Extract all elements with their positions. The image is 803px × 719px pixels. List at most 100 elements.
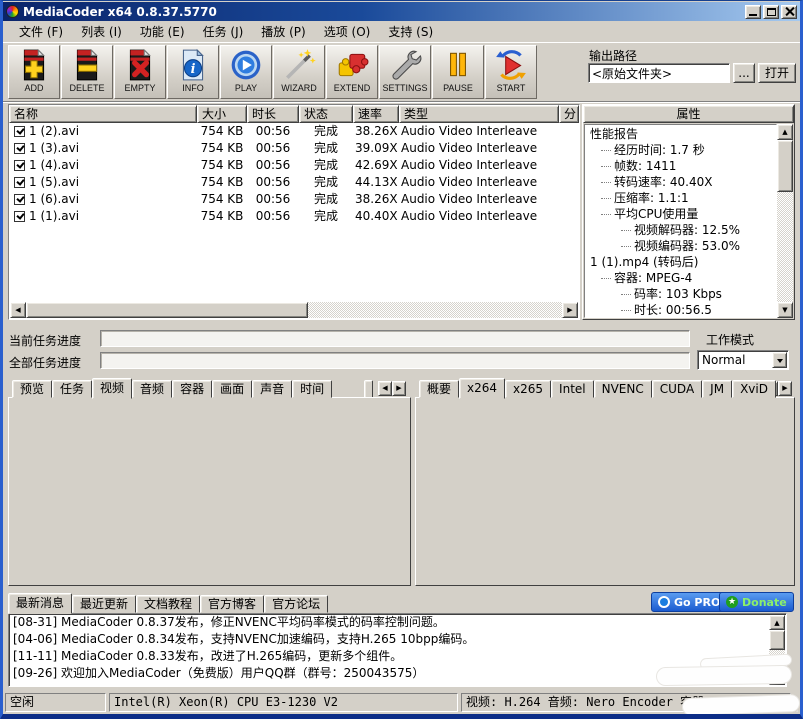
close-button[interactable] [781,4,797,19]
output-path-input[interactable] [588,63,730,83]
tab[interactable]: CUDA [651,380,703,398]
row-checkbox[interactable] [14,177,25,188]
tree-item[interactable]: 时长: 00:56.5 [587,302,776,317]
maximize-button[interactable] [763,4,779,19]
tree-item[interactable]: 视频编码器: 53.0% [587,238,776,254]
menu-item[interactable]: 列表 (I) [72,21,131,42]
tab[interactable]: Intel [551,380,594,398]
tab[interactable]: XviD [732,380,776,398]
row-checkbox[interactable] [14,126,25,137]
column-header[interactable]: 名称 [9,105,197,123]
tab-scroll-right-icon[interactable]: ▶ [778,381,792,396]
column-header[interactable]: 状态 [299,105,353,123]
add-button[interactable]: ADD [8,45,60,99]
file-row[interactable]: 1 (2).avi 754 KB 00:56 完成 38.26X Audio V… [9,123,579,140]
properties-scrollbar[interactable]: ▲ ▼ [777,124,793,318]
work-mode-select[interactable]: Normal [697,350,789,370]
go-pro-button[interactable]: Go PRO [651,592,728,612]
extend-button[interactable]: EXTEND [326,45,378,99]
row-checkbox[interactable] [14,194,25,205]
menu-item[interactable]: 文件 (F) [10,21,72,42]
tree-item[interactable]: 平均CPU使用量 [587,206,776,222]
tab-scroll-right-icon[interactable]: ▶ [392,381,406,396]
tab[interactable]: 画面 [212,380,253,398]
file-row[interactable]: 1 (3).avi 754 KB 00:56 完成 39.09X Audio V… [9,140,579,157]
title-bar[interactable]: MediaCoder x64 0.8.37.5770 [3,2,800,21]
menu-item[interactable]: 播放 (P) [252,21,314,42]
donate-button[interactable]: Donate [719,592,794,612]
file-row[interactable]: 1 (6).avi 754 KB 00:56 完成 38.26X Audio V… [9,191,579,208]
tree-item[interactable]: 1 (1).mp4 (转码后) [587,254,776,270]
file-row[interactable]: 1 (4).avi 754 KB 00:56 完成 42.69X Audio V… [9,157,579,174]
tab-scroll-left-icon[interactable]: ◀ [378,381,392,396]
scroll-left-icon[interactable]: ◀ [10,302,26,318]
tab[interactable]: JM [702,380,733,398]
column-header[interactable]: 大小 [197,105,247,123]
horizontal-scrollbar[interactable]: ◀ ▶ [10,302,578,318]
file-type: Audio Video Interleave [401,209,538,223]
tree-item[interactable]: 视频解码器: 12.5% [587,222,776,238]
open-button[interactable]: 打开 [758,63,796,83]
row-checkbox[interactable] [14,211,25,222]
empty-button[interactable]: EMPTY [114,45,166,99]
row-checkbox[interactable] [14,143,25,154]
tab[interactable]: 官方论坛 [264,595,329,613]
column-header[interactable]: 速率 [353,105,399,123]
file-row[interactable]: 1 (5).avi 754 KB 00:56 完成 44.13X Audio V… [9,174,579,191]
tab[interactable]: 音频 [132,380,173,398]
info-button[interactable]: i INFO [167,45,219,99]
row-checkbox[interactable] [14,160,25,171]
scrollbar-thumb[interactable] [777,140,793,192]
tab[interactable]: x265 [505,380,552,398]
settings-button[interactable]: SETTINGS [379,45,431,99]
column-header[interactable]: 类型 [399,105,559,123]
scrollbar-thumb[interactable] [769,630,785,650]
tree-item[interactable]: 码率: 103 Kbps [587,286,776,302]
scroll-right-icon[interactable]: ▶ [562,302,578,318]
scrollbar-thumb[interactable] [26,302,308,318]
tab[interactable]: 官方博客 [200,595,265,613]
menu-item[interactable]: 任务 (J) [194,21,253,42]
tab[interactable]: 视频 [92,378,133,399]
play-button[interactable]: PLAY [220,45,272,99]
file-type: Audio Video Interleave [401,141,538,155]
pause-button[interactable]: PAUSE [432,45,484,99]
scroll-up-icon[interactable]: ▲ [769,615,785,630]
menu-item[interactable]: 功能 (E) [131,21,194,42]
tree-item[interactable]: 容器: MPEG-4 [587,270,776,286]
tab[interactable]: 文档教程 [136,595,201,613]
dropdown-arrow-icon[interactable] [772,352,787,368]
minimize-button[interactable] [745,4,761,19]
tab[interactable]: 概要 [419,380,460,398]
tree-item[interactable]: 性能报告 [587,126,776,142]
wizard-button[interactable]: WIZARD [273,45,325,99]
scrollbar-track[interactable] [777,192,793,302]
tree-item[interactable]: 帧数: 1411 [587,158,776,174]
left-tab-scroll[interactable]: ◀ ▶ [378,381,406,396]
menu-item[interactable]: 选项 (O) [315,21,380,42]
tree-item[interactable]: 转码速率: 40.40X [587,174,776,190]
tab[interactable]: x264 [459,378,506,399]
menu-item[interactable]: 支持 (S) [379,21,442,42]
tab-partial[interactable] [364,380,373,398]
tree-item[interactable]: 经历时间: 1.7 秒 [587,142,776,158]
tab[interactable]: 时间 [292,380,333,398]
column-header[interactable]: 分 [559,105,579,123]
start-button[interactable]: START [485,45,537,99]
tab[interactable]: NVENC [593,380,652,398]
scroll-up-icon[interactable]: ▲ [777,124,793,140]
file-row[interactable]: 1 (1).avi 754 KB 00:56 完成 40.40X Audio V… [9,208,579,225]
tab[interactable]: 声音 [252,380,293,398]
column-header[interactable]: 时长 [247,105,299,123]
tab[interactable]: 最近更新 [72,595,137,613]
scrollbar-track[interactable] [308,302,562,318]
delete-button[interactable]: DELETE [61,45,113,99]
scroll-down-icon[interactable]: ▼ [777,302,793,318]
tab[interactable]: 容器 [172,380,213,398]
browse-button[interactable]: ... [733,63,755,83]
tab[interactable]: 最新消息 [8,593,73,614]
tab[interactable]: 预览 [12,380,53,398]
tab[interactable]: 任务 [52,380,93,398]
properties-header[interactable]: 属性 [583,105,794,123]
tree-item[interactable]: 压缩率: 1.1:1 [587,190,776,206]
